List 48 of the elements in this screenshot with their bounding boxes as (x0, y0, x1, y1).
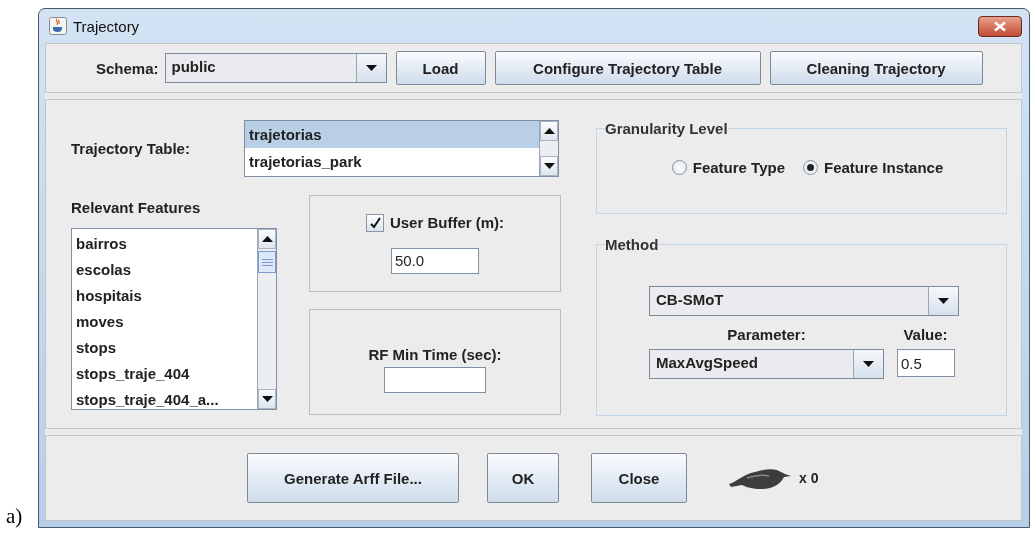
scroll-thumb[interactable] (258, 251, 276, 273)
window-title: Trajectory (73, 17, 141, 35)
radio-option[interactable]: Feature Type (671, 159, 785, 176)
grip-icon (261, 258, 273, 266)
value-label: Value: (902, 326, 949, 343)
list-item[interactable]: trajetorias (245, 121, 539, 148)
schema-dropdown[interactable]: public (164, 53, 387, 83)
user-buffer-checkbox[interactable]: User Buffer (m): (365, 213, 505, 232)
figure-caption: a) (6, 504, 24, 529)
radio-option[interactable]: Feature Instance (803, 159, 944, 176)
schema-label: Schema: (96, 59, 159, 77)
scrollbar[interactable] (539, 121, 558, 176)
relevant-features-label: Relevant Features (71, 199, 202, 216)
down-arrow-icon (938, 298, 949, 304)
checkmark-icon (368, 216, 381, 229)
toolbar-button[interactable]: Load (395, 51, 486, 85)
up-arrow-icon (543, 128, 555, 134)
down-arrow-icon (261, 396, 273, 402)
toolbar-button[interactable]: Configure Trajectory Table (494, 51, 761, 85)
java-cup-icon (49, 17, 67, 35)
dialog-button[interactable]: OK (487, 453, 559, 503)
scroll-down-button[interactable] (258, 389, 276, 409)
trajectory-table-label: Trajectory Table: (71, 140, 191, 157)
scroll-up-button[interactable] (540, 121, 558, 141)
scroll-down-button[interactable] (540, 156, 558, 176)
dialog-button[interactable]: Close (591, 453, 687, 503)
rf-min-time-field[interactable] (384, 366, 486, 393)
parameter-dropdown[interactable]: MaxAvgSpeed (649, 349, 884, 379)
method-dropdown[interactable]: CB-SMoT (649, 286, 959, 316)
close-icon (993, 20, 1007, 32)
group-title: Method (605, 236, 659, 253)
dialog-button[interactable]: Generate Arff File... (247, 453, 459, 503)
counter-text: x 0 (799, 470, 819, 486)
relevant-features-list[interactable]: bairros escolas hospitais moves stops stops_traje_404 stops_traje_404_a... (71, 228, 277, 410)
down-arrow-icon (863, 361, 874, 367)
trajectory-table-list[interactable]: trajetorias trajetorias_park (244, 120, 559, 177)
user-buffer-field[interactable]: 50.0 (391, 247, 479, 274)
scrollbar[interactable] (257, 229, 276, 409)
group-title: Granularity Level (605, 120, 728, 137)
close-button[interactable] (978, 15, 1022, 37)
toolbar-button[interactable]: Cleaning Trajectory (769, 51, 983, 85)
rf-min-time-label: RF Min Time (sec): (368, 345, 502, 363)
down-arrow-icon (543, 163, 555, 169)
down-arrow-icon (365, 65, 377, 71)
value-field[interactable]: 0.5 (897, 349, 955, 377)
up-arrow-icon (261, 236, 273, 242)
scroll-up-button[interactable] (258, 229, 276, 249)
parameter-label: Parameter: (726, 326, 807, 343)
